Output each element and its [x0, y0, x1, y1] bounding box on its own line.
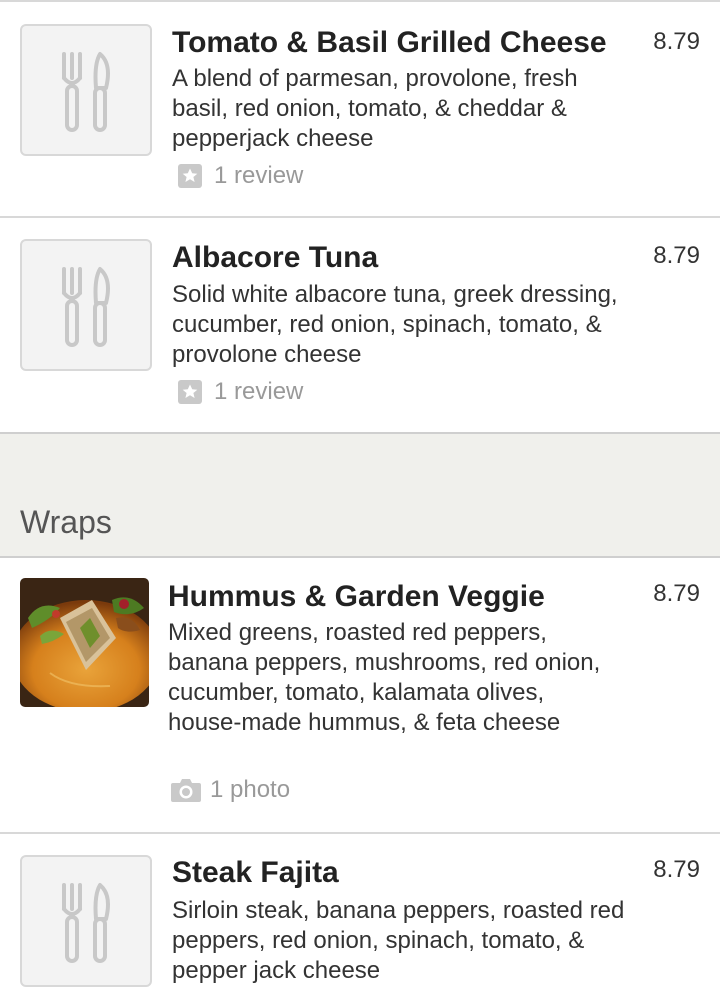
section-header: Wraps	[0, 432, 720, 558]
menu-item[interactable]: Albacore Tuna 8.79 Solid white albacore …	[0, 216, 720, 432]
item-name: Steak Fajita	[172, 856, 339, 889]
item-name: Tomato & Basil Grilled Cheese	[172, 26, 607, 59]
item-description: Solid white albacore tuna, greek dressin…	[172, 281, 618, 368]
item-description: Sirloin steak, banana peppers, roasted r…	[172, 897, 625, 984]
review-count[interactable]: 1 review	[178, 378, 303, 406]
thumbnail-placeholder	[20, 24, 152, 156]
item-price: 8.79	[653, 580, 700, 607]
review-count[interactable]: 1 review	[178, 162, 303, 190]
star-icon	[178, 164, 202, 188]
menu-item[interactable]: Steak Fajita 8.79 Sirloin steak, banana …	[0, 832, 720, 1004]
item-price: 8.79	[653, 242, 700, 269]
photo-count-label: 1 photo	[210, 776, 291, 803]
item-name: Hummus & Garden Veggie	[168, 580, 545, 613]
menu-item[interactable]: Tomato & Basil Grilled Cheese 8.79 A ble…	[0, 0, 720, 216]
photo-count[interactable]: 1 photo	[170, 776, 290, 804]
menu-item[interactable]: Hummus & Garden Veggie 8.79 Mixed greens…	[0, 558, 720, 832]
fork-knife-icon	[62, 883, 110, 963]
menu-page: Tomato & Basil Grilled Cheese 8.79 A ble…	[0, 0, 720, 1004]
star-icon	[178, 380, 202, 404]
section-title: Wraps	[20, 504, 112, 540]
item-price: 8.79	[653, 856, 700, 883]
review-count-label: 1 review	[214, 162, 304, 189]
item-description: A blend of parmesan, provolone, fresh ba…	[172, 65, 578, 152]
food-photo[interactable]	[20, 578, 149, 707]
fork-knife-icon	[62, 267, 110, 347]
item-description: Mixed greens, roasted red peppers, banan…	[168, 619, 601, 736]
camera-icon	[170, 777, 202, 803]
item-name: Albacore Tuna	[172, 241, 379, 274]
review-count-label: 1 review	[214, 378, 304, 405]
item-price: 8.79	[653, 28, 700, 55]
thumbnail-placeholder	[20, 239, 152, 371]
thumbnail-placeholder	[20, 855, 152, 987]
fork-knife-icon	[62, 52, 110, 132]
